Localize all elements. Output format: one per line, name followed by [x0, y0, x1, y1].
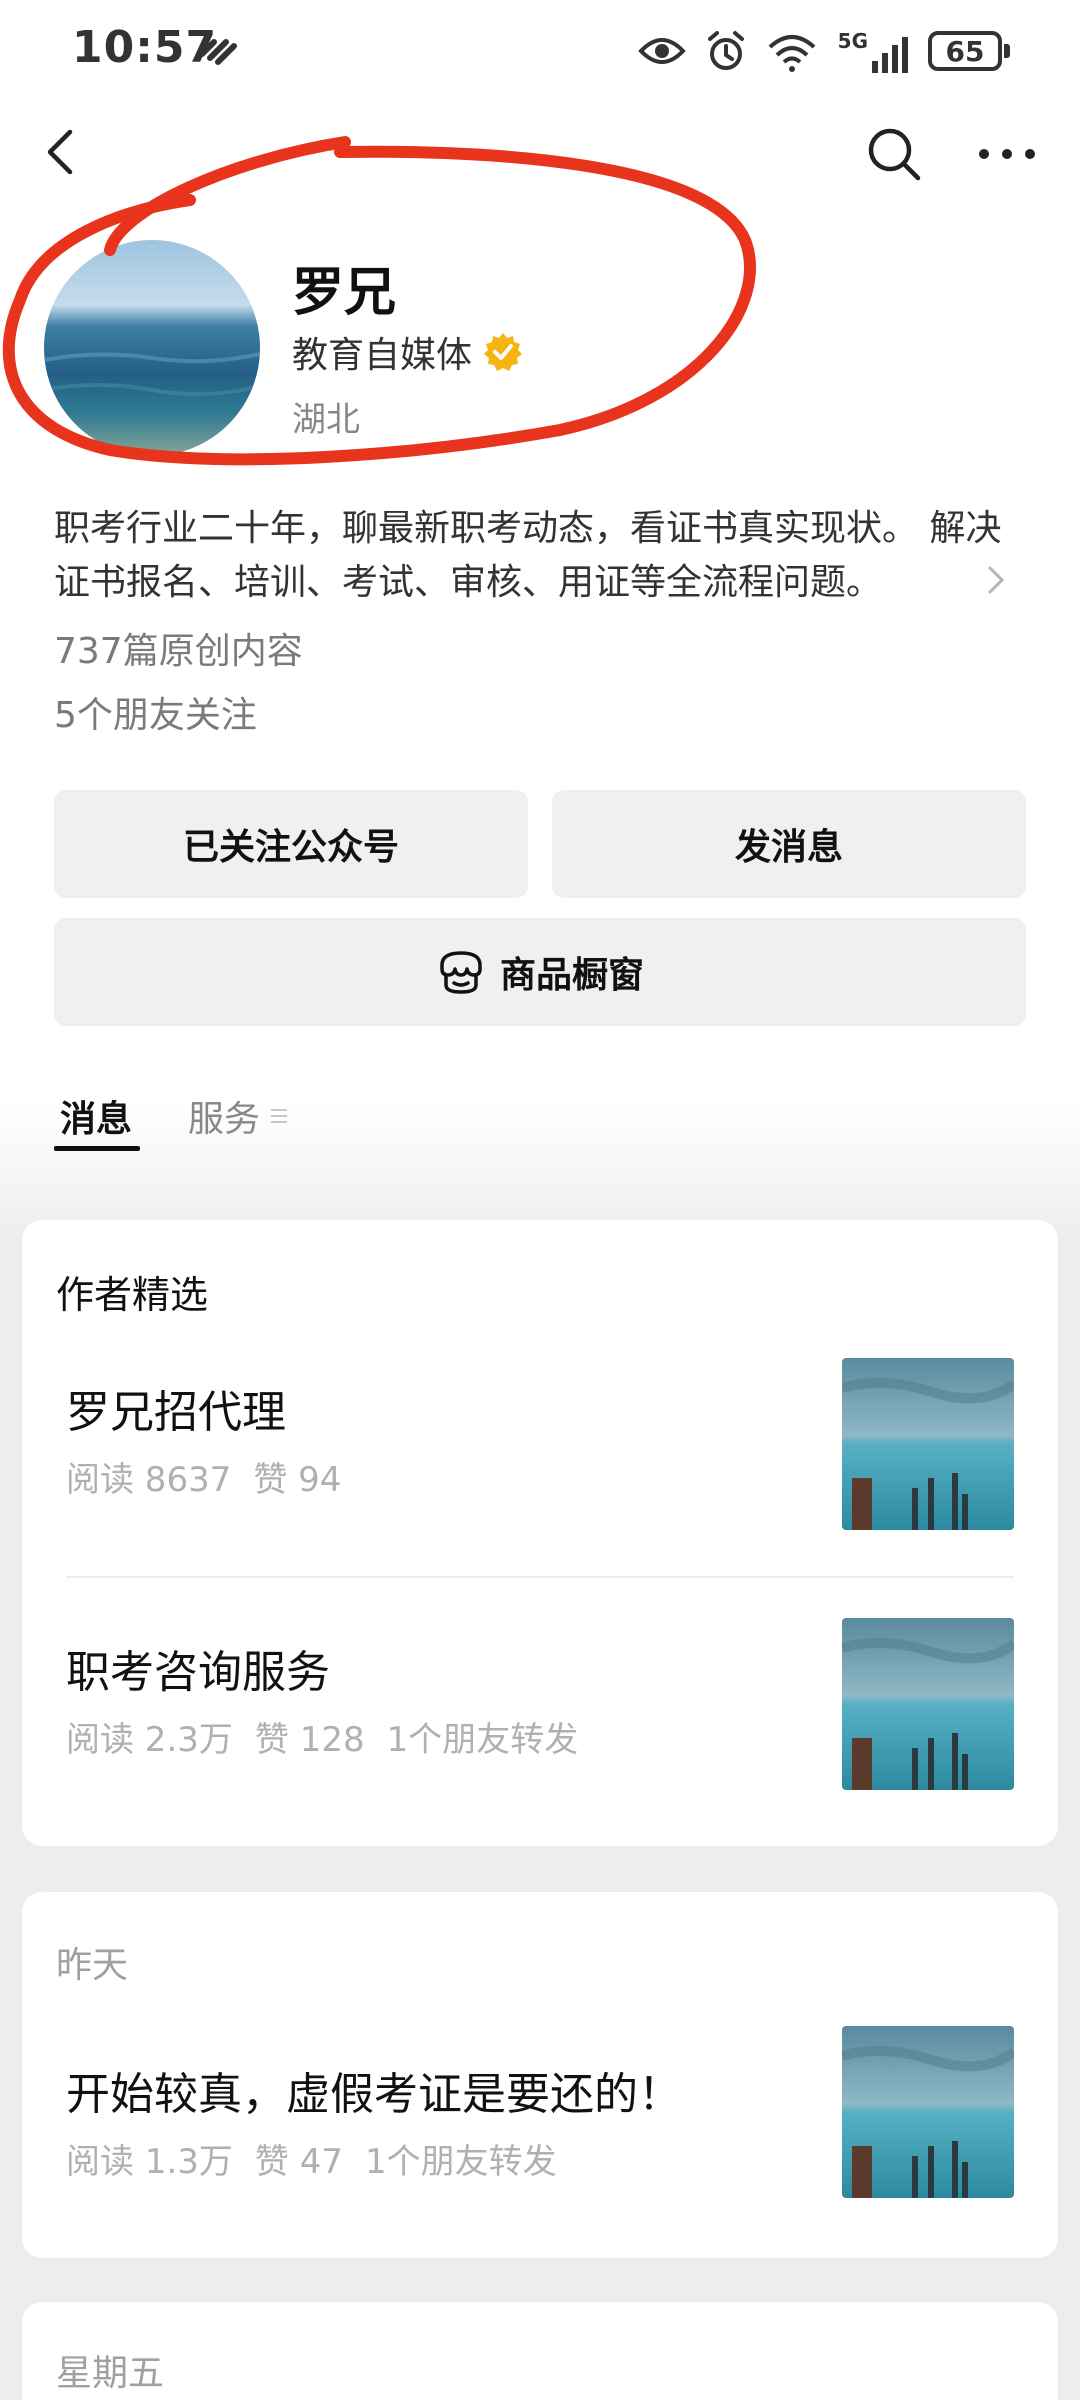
article-reads: 阅读 1.3万 [66, 2142, 233, 2182]
avatar-sea-image [44, 352, 260, 397]
status-bar: 10:57 5G 65 [0, 0, 1080, 110]
article-item[interactable]: 开始较真，虚假考证是要还的！ 阅读 1.3万 赞 47 1个朋友转发 [22, 2026, 1058, 2232]
wifi-icon [768, 35, 816, 72]
battery-level: 65 [928, 31, 1002, 71]
profile-category-row: 教育自媒体 [292, 326, 524, 378]
article-likes: 赞 47 [254, 2142, 343, 2182]
article-meta: 阅读 1.3万 赞 47 1个朋友转发 [66, 2134, 557, 2183]
signal-bar [892, 45, 898, 73]
notification-icon [199, 39, 237, 65]
section-date: 昨天 [56, 1945, 129, 1986]
tab-services-label: 服务 [188, 1099, 261, 1140]
article-thumbnail [842, 2026, 1014, 2198]
profile-location: 湖北 [292, 400, 360, 440]
profile-description[interactable]: 职考行业二十年，聊最新职考动态，看证书真实现状。 解决证书报名、培训、考试、审核… [54, 502, 1034, 610]
signal-bar [882, 53, 888, 73]
article-thumbnail [842, 1358, 1014, 1530]
status-icons: 5G 65 [637, 26, 1010, 76]
tab-active-indicator [54, 1146, 140, 1151]
message-button[interactable]: 发消息 [552, 790, 1026, 898]
article-thumbnail [842, 1618, 1014, 1790]
article-likes: 赞 94 [253, 1460, 342, 1500]
signal-bar [872, 61, 878, 73]
cellular-signal: 5G [838, 29, 908, 73]
articles-count[interactable]: 737篇原创内容 [54, 622, 303, 674]
article-likes: 赞 128 [254, 1720, 365, 1760]
shop-window-button[interactable]: 商品橱窗 [54, 918, 1026, 1026]
article-meta: 阅读 2.3万 赞 128 1个朋友转发 [66, 1712, 578, 1761]
profile-category: 教育自媒体 [292, 335, 473, 376]
divider [66, 1576, 1014, 1578]
tab-services[interactable]: 服务 [188, 1090, 290, 1142]
avatar[interactable] [44, 240, 260, 456]
article-reads: 阅读 8637 [66, 1460, 232, 1500]
menu-lines-icon [271, 1109, 288, 1123]
chevron-right-icon[interactable] [982, 560, 1012, 600]
profile-name: 罗兄 [292, 263, 397, 323]
article-title: 罗兄招代理 [66, 1387, 286, 1438]
article-forwards: 1个朋友转发 [364, 2142, 557, 2182]
article-title: 开始较真，虚假考证是要还的！ [66, 2069, 682, 2120]
article-reads: 阅读 2.3万 [66, 1720, 233, 1760]
network-type-label: 5G [837, 29, 868, 53]
article-item[interactable]: 职考咨询服务 阅读 2.3万 赞 128 1个朋友转发 [22, 1610, 1058, 1810]
alarm-icon [707, 31, 744, 70]
shop-icon [440, 951, 482, 994]
article-title: 职考咨询服务 [66, 1647, 330, 1698]
friday-card: 星期五 [22, 2302, 1058, 2400]
yesterday-card: 昨天 开始较真，虚假考证是要还的！ 阅读 1.3万 赞 47 1个朋友转发 [22, 1892, 1058, 2258]
tab-messages[interactable]: 消息 [60, 1090, 132, 1142]
back-icon[interactable] [30, 120, 94, 184]
article-forwards: 1个朋友转发 [386, 1720, 579, 1760]
signal-bar [902, 37, 908, 73]
section-date: 星期五 [56, 2353, 165, 2394]
featured-section-title: 作者精选 [56, 1273, 209, 1317]
eye-icon [637, 38, 686, 64]
article-item[interactable]: 罗兄招代理 阅读 8637 赞 94 [22, 1350, 1058, 1550]
search-icon[interactable] [862, 122, 926, 186]
verified-badge-icon [484, 333, 523, 371]
follow-button[interactable]: 已关注公众号 [54, 790, 528, 898]
friends-following[interactable]: 5个朋友关注 [54, 686, 257, 738]
featured-articles-card: 作者精选 罗兄招代理 阅读 8637 赞 94 职考咨询服务 阅读 2.3万 赞… [22, 1220, 1058, 1846]
battery-icon: 65 [928, 31, 1010, 71]
article-meta: 阅读 8637 赞 94 [66, 1452, 341, 1501]
shop-button-label: 商品橱窗 [499, 955, 644, 996]
more-icon[interactable] [972, 122, 1042, 186]
